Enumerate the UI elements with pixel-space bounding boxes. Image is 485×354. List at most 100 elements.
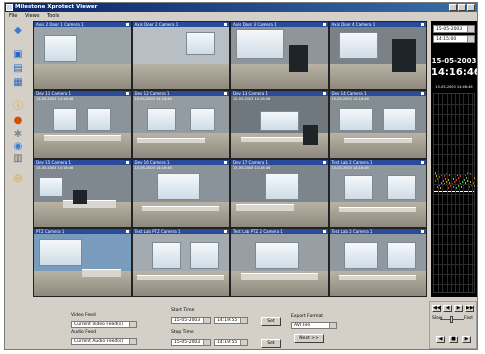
camera-timestamp: 15-05-2003 14:16:46 <box>233 97 271 101</box>
start-time-field[interactable]: 14:19:55 <box>214 317 248 324</box>
play-button[interactable]: ▶ <box>454 305 463 312</box>
camera-feed-floor <box>329 201 426 227</box>
timeline-gridline <box>434 114 474 115</box>
camera-feed-window <box>185 32 215 56</box>
camera-tile[interactable]: Dev 14 Camera 1 15-05-2003 14:16:46 <box>329 91 426 158</box>
stop-date-field[interactable]: 15-05-2003 <box>171 339 211 346</box>
camera-status-icon <box>322 23 326 26</box>
camera-tile[interactable]: Axis Door 3 Camera 1 <box>231 22 328 89</box>
camera-title: Axis Door 4 Camera 1 <box>329 22 426 27</box>
camera-status-icon <box>322 230 326 233</box>
recording-mark <box>436 175 437 177</box>
camera-title: Dev 14 Camera 1 <box>329 91 426 96</box>
camera-title: Dev 17 Camera 1 <box>231 160 328 165</box>
camera-status-icon <box>224 161 227 164</box>
minimize-button[interactable] <box>449 4 457 11</box>
sidebar: ◆ ▣ ▤ ▦ ⓘ ● ✱ ◉ ▥ ◎ <box>7 21 29 291</box>
camera-title: Dev 12 Camera 1 <box>132 91 229 96</box>
camera-tile[interactable]: Dev 11 Camera 1 15-05-2003 14:16:46 <box>34 91 131 158</box>
stop-button[interactable]: ■ <box>449 336 458 343</box>
camera-timestamp: 15-05-2003 14:16:46 <box>36 97 74 101</box>
timeline-gridline <box>434 144 474 145</box>
start-date-field[interactable]: 15-05-2003 <box>171 317 211 324</box>
start-time-label: Start Time <box>171 308 195 313</box>
timeline-scrubber[interactable] <box>433 93 475 293</box>
camera-timestamp: 15-05-2003 14:16:46 <box>233 166 271 170</box>
menu-views[interactable]: Views <box>25 13 39 19</box>
timeline-gridline <box>434 224 474 225</box>
recording-mark <box>474 177 475 179</box>
timeline-gridline <box>434 254 474 255</box>
camera-tile[interactable]: Dev 13 Camera 1 15-05-2003 14:16:46 <box>231 91 328 158</box>
camera-tile[interactable]: Test Lab PTZ Camera 1 <box>132 229 229 296</box>
forward-play-button[interactable]: ▶ <box>462 336 471 343</box>
camera-tile[interactable]: Dev 12 Camera 1 15-05-2003 14:16:46 <box>132 91 229 158</box>
camera-feed-desk <box>339 274 417 280</box>
quad-icon[interactable]: ▦ <box>11 77 25 89</box>
next-button[interactable]: Next >> <box>294 334 324 343</box>
split-icon[interactable]: ▣ <box>11 49 25 61</box>
camera-feed-window <box>343 174 373 201</box>
settings-icon[interactable]: ✱ <box>11 129 25 141</box>
step-back-button[interactable]: ◀ <box>443 305 452 312</box>
date-select[interactable]: 15-05-2003 <box>433 25 475 33</box>
reverse-play-button[interactable]: ◀ <box>436 336 445 343</box>
camera-feed-window <box>190 242 220 270</box>
camera-feed-object <box>72 190 88 204</box>
playback-controls: ◀◀ ◀ ▶ ▶▶ Slow Fast ◀ ■ ▶ <box>429 301 477 349</box>
camera-title: Dev 11 Camera 1 <box>34 91 131 96</box>
view-icon[interactable]: ◆ <box>11 25 25 37</box>
camera-tile[interactable]: Dev 16 Camera 1 15-05-2003 14:16:46 <box>132 160 229 227</box>
camera-tile[interactable]: Test Lab 2 Camera 1 15-05-2003 14:16:46 <box>329 160 426 227</box>
camera-tile[interactable]: PTZ Camera 1 <box>34 229 131 296</box>
recording-mark <box>448 179 449 181</box>
stop-set-button[interactable]: Set <box>261 339 281 348</box>
menu-file[interactable]: File <box>9 13 17 19</box>
camera-feed-window <box>38 239 83 266</box>
info-icon[interactable]: ⓘ <box>11 101 25 113</box>
speed-slider-thumb[interactable] <box>450 316 453 323</box>
camera-tile[interactable]: Test Lab PTZ 2 Camera 1 <box>231 229 328 296</box>
stop-time-field[interactable]: 14:19:55 <box>214 339 248 346</box>
audio-feed-select[interactable]: Current Audio Feed(s) <box>71 338 137 345</box>
help-icon[interactable]: ◎ <box>11 173 25 185</box>
camera-tile[interactable]: Dev 17 Camera 1 15-05-2003 14:16:46 <box>231 160 328 227</box>
timeline-panel: 15-05-2003 14:15:00 15-05-2003 14:16:46 … <box>431 21 477 297</box>
export-format-select[interactable]: AVI File <box>291 322 337 329</box>
camera-tile[interactable]: Axis Door 4 Camera 1 <box>329 22 426 89</box>
camera-feed-floor <box>34 63 131 89</box>
timeline-gridline <box>434 184 474 185</box>
menu-tools[interactable]: Tools <box>47 13 59 19</box>
print-icon[interactable]: ▥ <box>11 153 25 165</box>
video-feed-label: Video Feed <box>71 313 96 318</box>
rewind-button[interactable]: ◀◀ <box>432 305 441 312</box>
fast-forward-button[interactable]: ▶▶ <box>465 305 474 312</box>
camera-status-icon <box>224 230 227 233</box>
export-panel: Video Feed Current Video Feed(s) Audio F… <box>5 299 477 349</box>
camera-tile[interactable]: Axis 2 Door 1 Camera 1 <box>34 22 131 89</box>
recording-mark <box>448 187 449 189</box>
camera-title: Axis Door 3 Camera 1 <box>231 22 328 27</box>
alarm-icon[interactable]: ● <box>11 115 25 127</box>
start-set-button[interactable]: Set <box>261 317 281 326</box>
camera-status-icon <box>421 161 424 164</box>
camera-tile[interactable]: Test Lab 2 Camera 1 <box>329 229 426 296</box>
time-select[interactable]: 14:15:00 <box>433 35 475 43</box>
timeline-gridline <box>434 264 474 265</box>
camera-feed-desk <box>339 206 417 213</box>
close-button[interactable] <box>467 4 475 11</box>
camera-tile[interactable]: Axis Door 2 Camera 1 <box>132 22 229 89</box>
layout-icon[interactable]: ▤ <box>11 63 25 75</box>
camera-tile[interactable]: Dev 15 Camera 1 15-05-2003 14:16:46 <box>34 160 131 227</box>
camera-feed-object <box>392 38 417 73</box>
camera-feed-window <box>387 174 417 201</box>
timeline-gridline <box>434 124 474 125</box>
camera-feed-window <box>255 242 299 270</box>
camera-status-icon <box>125 161 129 164</box>
timeline-gridline <box>434 164 474 165</box>
maximize-button[interactable] <box>458 4 466 11</box>
camera-icon[interactable]: ◉ <box>11 141 25 153</box>
camera-status-icon <box>421 23 424 26</box>
video-feed-select[interactable]: Current Video Feed(s) <box>71 321 137 328</box>
camera-title: PTZ Camera 1 <box>34 229 131 234</box>
